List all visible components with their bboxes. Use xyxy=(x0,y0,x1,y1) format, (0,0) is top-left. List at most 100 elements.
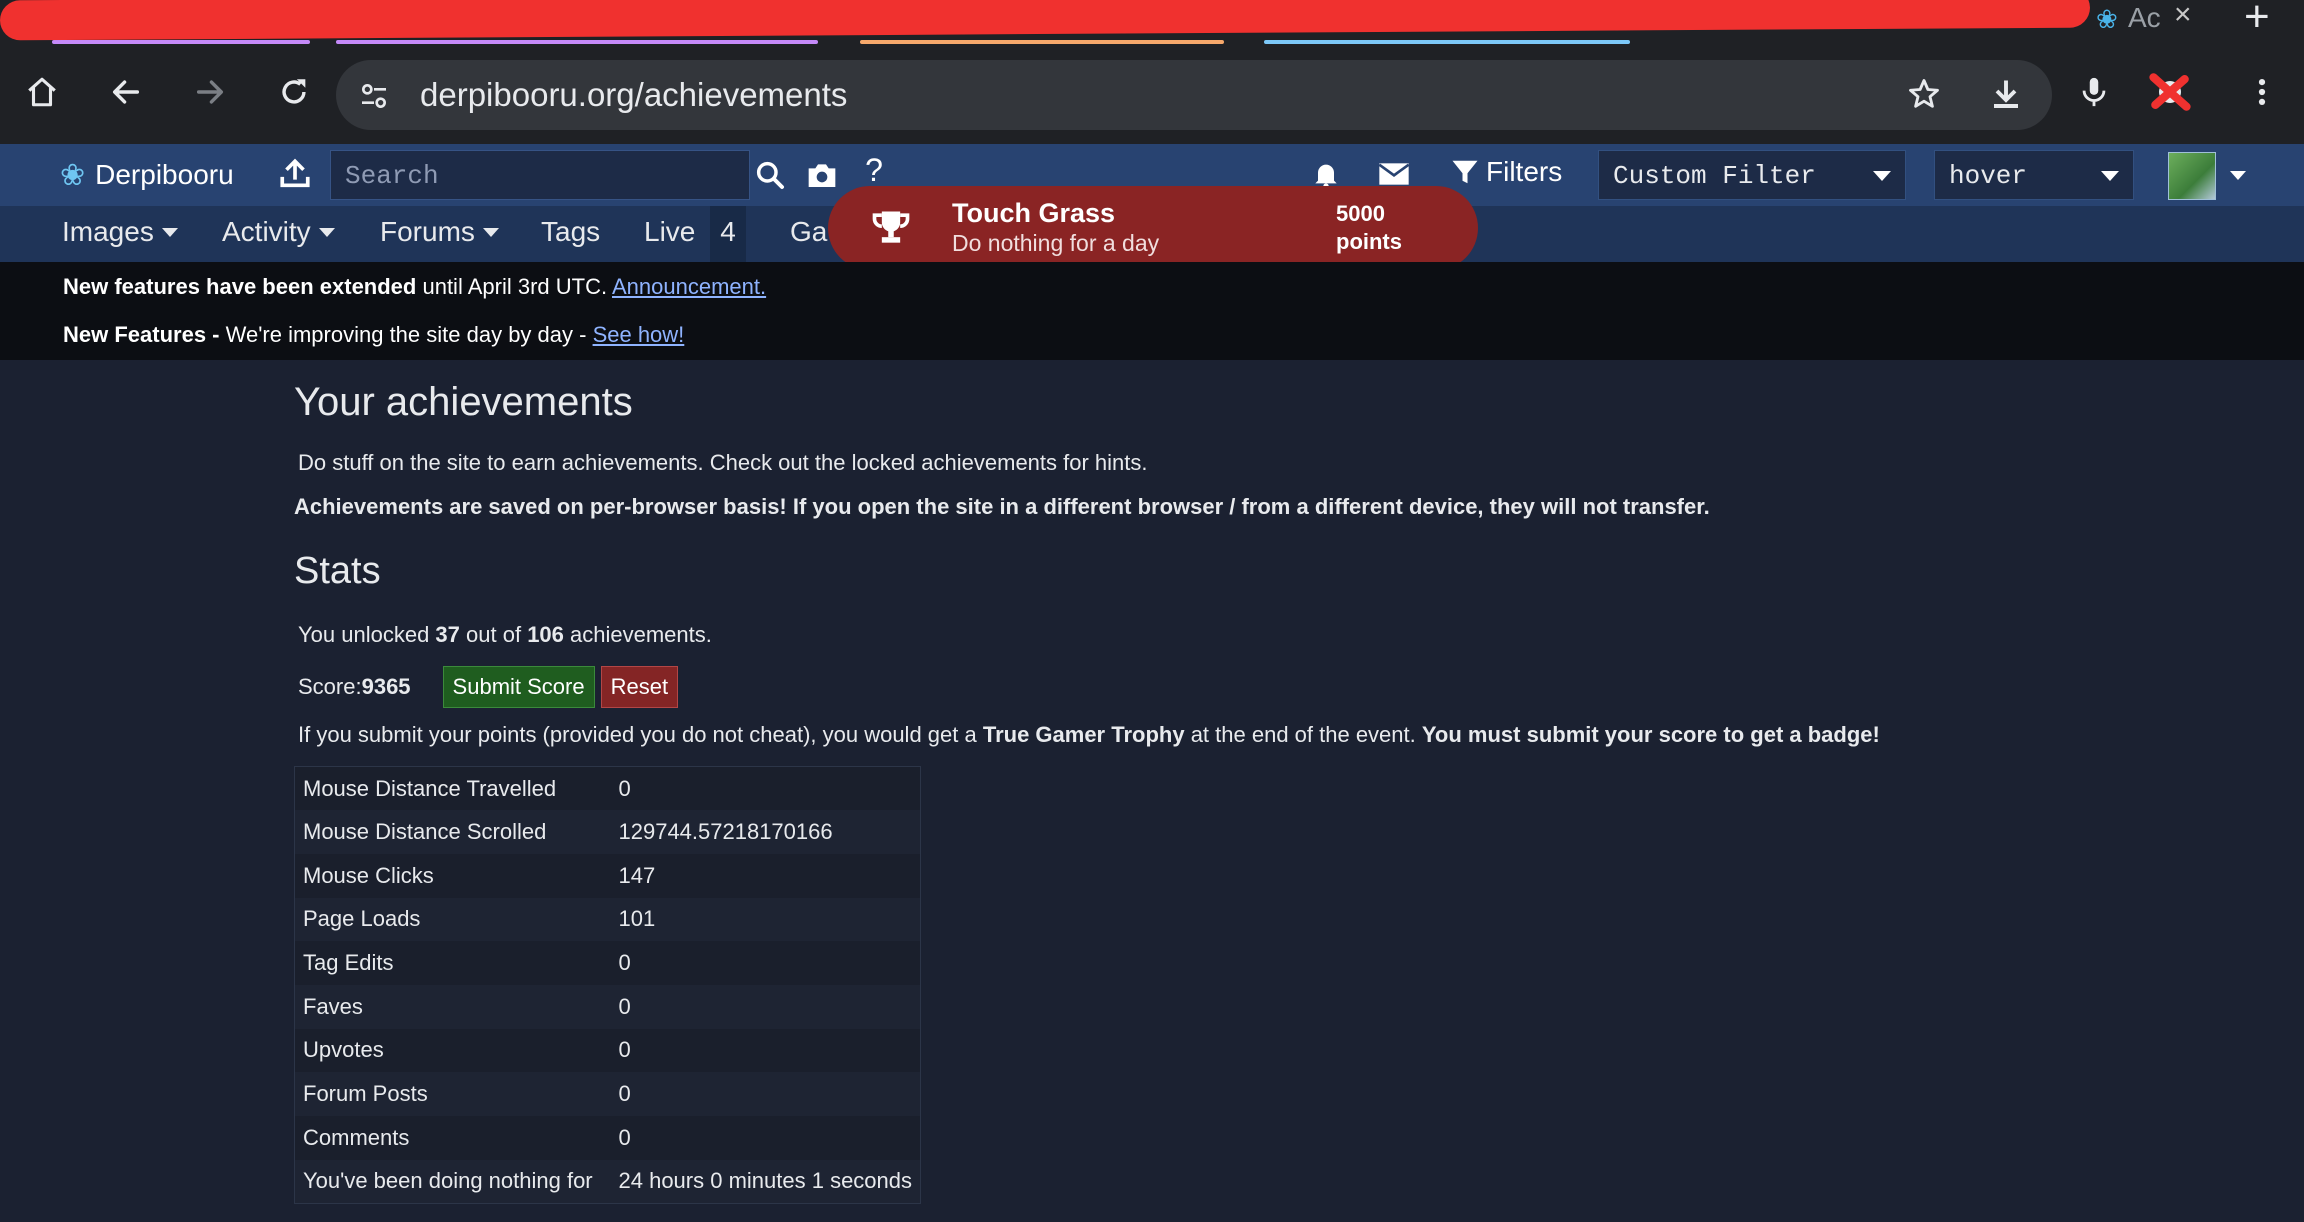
profile-icon[interactable] xyxy=(2148,70,2192,114)
forward-arrow-icon[interactable] xyxy=(188,70,232,114)
back-arrow-icon[interactable] xyxy=(104,70,148,114)
table-row: Mouse Clicks 147 xyxy=(294,853,921,898)
hover-select[interactable]: hover xyxy=(1934,150,2134,200)
filter-select[interactable]: Custom Filter xyxy=(1598,150,1906,200)
unlocked-summary: You unlocked 37 out of 106 achievements. xyxy=(298,622,712,648)
filters-link[interactable]: Filters xyxy=(1450,156,1562,188)
chevron-down-icon xyxy=(161,227,178,237)
live-count-badge[interactable]: 4 xyxy=(710,206,746,262)
page-title: Your achievements xyxy=(294,380,633,424)
achievement-toast: Touch Grass Do nothing for a day 5000 po… xyxy=(828,186,1478,270)
stat-label: Mouse Distance Travelled xyxy=(303,775,557,801)
tab-group-indicator xyxy=(52,40,310,44)
site-logo-link[interactable]: ❀ Derpibooru xyxy=(60,154,234,196)
chevron-down-icon xyxy=(482,227,499,237)
stat-value: 129744.57218170166 xyxy=(618,819,833,845)
microphone-icon[interactable] xyxy=(2072,70,2116,114)
stat-value: 24 hours 0 minutes 1 seconds xyxy=(618,1168,913,1194)
nav-tags[interactable]: Tags xyxy=(541,216,600,248)
upload-icon[interactable] xyxy=(278,156,312,197)
stat-value: 0 xyxy=(618,993,631,1019)
nav-galleries[interactable]: Ga xyxy=(790,216,827,248)
close-tab-icon[interactable]: × xyxy=(2174,0,2192,32)
tune-icon[interactable] xyxy=(358,80,390,117)
table-row: Mouse Distance Scrolled 129744.5721817016… xyxy=(294,810,921,854)
notice-text: We're improving the site day by day - xyxy=(225,322,593,347)
badge-requirement: You must submit your score to get a badg… xyxy=(1421,722,1880,747)
toast-points-label: points xyxy=(1336,229,1402,254)
pony-logo-icon: ❀ xyxy=(60,158,86,192)
tab-group-indicator xyxy=(1264,40,1630,44)
stat-value: 0 xyxy=(618,775,631,801)
table-row: Upvotes 0 xyxy=(294,1028,921,1073)
table-row: Mouse Distance Travelled 0 xyxy=(294,766,921,811)
submit-score-button[interactable]: Submit Score xyxy=(442,666,595,708)
table-row: Forum Posts 0 xyxy=(294,1072,921,1116)
browser-tab-active[interactable]: ❀ Ac × xyxy=(2086,0,2206,36)
reset-button[interactable]: Reset xyxy=(600,666,679,708)
notice-features: New Features - We're improving the site … xyxy=(63,322,684,348)
site-name: Derpibooru xyxy=(95,159,234,190)
stat-value: 101 xyxy=(618,906,656,932)
notice-bold: New Features - xyxy=(63,322,226,347)
stat-label: Upvotes xyxy=(303,1037,384,1063)
stat-value: 0 xyxy=(618,950,631,976)
url-text[interactable]: derpibooru.org/achievements xyxy=(420,76,847,114)
see-how-link[interactable]: See how! xyxy=(593,322,685,347)
tab-group-indicator xyxy=(860,40,1224,44)
address-bar[interactable]: derpibooru.org/achievements xyxy=(336,60,2052,130)
notice-bold: New features have been extended xyxy=(63,274,417,299)
kebab-menu-icon[interactable] xyxy=(2240,70,2284,114)
search-icon[interactable] xyxy=(750,150,790,200)
announcement-link[interactable]: Announcement. xyxy=(612,274,766,299)
star-icon[interactable] xyxy=(1906,76,1942,117)
home-icon[interactable] xyxy=(20,70,64,114)
toast-points-value: 5000 xyxy=(1336,201,1385,226)
score-row: Score: 9365 Submit Score Reset xyxy=(298,666,679,708)
stat-label: Comments xyxy=(303,1124,410,1150)
tab-group-indicator xyxy=(336,40,818,44)
unlocked-suffix: achievements. xyxy=(563,622,712,647)
notice-bar: New features have been extended until Ap… xyxy=(0,262,2304,360)
intro-text: Do stuff on the site to earn achievement… xyxy=(298,450,1148,475)
reload-icon[interactable] xyxy=(272,70,316,114)
score-value: 9365 xyxy=(361,674,411,699)
unlocked-prefix: You unlocked xyxy=(298,622,436,647)
download-icon[interactable] xyxy=(1988,76,2024,117)
redaction-scribble xyxy=(0,0,2091,41)
camera-icon[interactable] xyxy=(800,150,844,200)
chevron-down-icon xyxy=(1873,171,1891,181)
toast-points: 5000 points xyxy=(1336,200,1402,256)
chevron-down-icon[interactable] xyxy=(2230,171,2246,180)
nav-live[interactable]: Live xyxy=(644,216,695,248)
filter-select-value: Custom Filter xyxy=(1613,161,1816,191)
trophy-icon xyxy=(868,206,914,255)
pony-favicon-icon: ❀ xyxy=(2096,4,2118,34)
filters-label: Filters xyxy=(1486,156,1563,187)
table-row: Faves 0 xyxy=(294,984,921,1029)
stat-value: 0 xyxy=(618,1124,631,1150)
chevron-down-icon xyxy=(318,227,335,237)
nav-images-label: Images xyxy=(62,216,154,247)
nav-forums[interactable]: Forums xyxy=(380,216,499,248)
unlocked-mid: out of xyxy=(459,622,528,647)
browser-toolbar: derpibooru.org/achievements xyxy=(0,46,2304,144)
table-row: Comments 0 xyxy=(294,1116,921,1160)
stat-label: Tag Edits xyxy=(303,950,394,976)
nav-activity[interactable]: Activity xyxy=(222,216,335,248)
toast-description: Do nothing for a day xyxy=(952,230,1160,256)
stat-value: 0 xyxy=(618,1037,631,1063)
stat-label: Mouse Clicks xyxy=(303,862,434,888)
notice-extended: New features have been extended until Ap… xyxy=(63,274,766,300)
stat-label: Faves xyxy=(303,993,363,1019)
search-input[interactable]: Search xyxy=(330,150,750,200)
stats-table: Mouse Distance Travelled 0 Mouse Distance… xyxy=(294,766,922,1204)
stat-label: You've been doing nothing for xyxy=(303,1168,593,1194)
submit-info-text: If you submit your points (provided you … xyxy=(298,722,1880,748)
new-tab-button[interactable]: + xyxy=(2244,0,2270,42)
toast-title: Touch Grass xyxy=(952,198,1116,228)
trophy-name: True Gamer Trophy xyxy=(982,722,1185,747)
nav-images[interactable]: Images xyxy=(62,216,178,248)
avatar[interactable] xyxy=(2168,152,2216,200)
table-row: Tag Edits 0 xyxy=(294,941,921,985)
